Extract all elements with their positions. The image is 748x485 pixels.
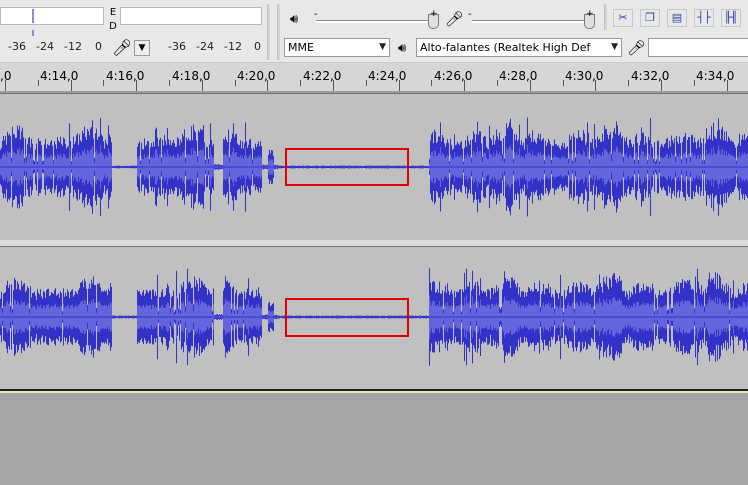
ruler-tick	[136, 80, 137, 91]
chevron-down-icon: ▼	[379, 42, 386, 52]
input-device-select[interactable]	[648, 38, 748, 57]
ruler-tick	[563, 80, 564, 86]
speaker-icon: 🔊︎	[398, 41, 407, 56]
ruler-tick	[530, 80, 531, 91]
paste-icon[interactable]: ▤	[667, 9, 687, 27]
scale-label: -24	[196, 40, 214, 53]
ruler-label: 4:14,0	[40, 69, 79, 83]
playback-volume-slider[interactable]	[316, 20, 436, 23]
speaker-icon: 🔊︎	[290, 12, 299, 27]
ruler-tick	[235, 80, 236, 86]
ruler-tick	[431, 80, 432, 86]
ruler-tick	[464, 80, 465, 91]
scale-label: -12	[64, 40, 82, 53]
ruler-label: 4:26,0	[434, 69, 473, 83]
trim-icon[interactable]: ┤├	[694, 9, 714, 27]
ruler-label: 4:32,0	[631, 69, 670, 83]
cut-icon[interactable]: ✂︎	[613, 9, 633, 27]
scale-label: 0	[95, 40, 102, 53]
scale-label: -12	[224, 40, 242, 53]
output-device-select[interactable]: Alto-falantes (Realtek High Def ▼	[416, 38, 622, 57]
ruler-label: 4:34,0	[696, 69, 735, 83]
scale-label: -36	[168, 40, 186, 53]
ruler-tick	[202, 80, 203, 91]
ruler-tick	[727, 80, 728, 91]
empty-track-area[interactable]	[0, 391, 748, 485]
meter-letter-e: E	[109, 7, 117, 18]
ruler-label: 4:30,0	[565, 69, 604, 83]
ruler-label: 4:16,0	[106, 69, 145, 83]
meter-letter-d: D	[109, 21, 117, 32]
record-meter[interactable]	[120, 7, 262, 25]
silence-highlight-left	[285, 148, 409, 186]
toolbar-separator	[277, 4, 280, 60]
ruler-tick	[694, 80, 695, 86]
ruler-tick	[399, 80, 400, 91]
ruler-tick	[333, 80, 334, 91]
plus-mark: +	[430, 9, 438, 19]
ruler-tick	[628, 80, 629, 86]
ruler-label: 4:20,0	[237, 69, 276, 83]
ruler-label: 4:24,0	[368, 69, 407, 83]
ruler-label: 4:22,0	[303, 69, 342, 83]
ruler-tick	[497, 80, 498, 86]
host-select-value: MME	[288, 41, 314, 54]
scale-label: 0	[254, 40, 261, 53]
silence-highlight-right	[285, 298, 409, 337]
ruler-label: 4:28,0	[499, 69, 538, 83]
meter-marker	[32, 9, 34, 23]
meter-marker-lower	[32, 30, 34, 36]
ruler-tick	[103, 80, 104, 86]
host-select[interactable]: MME ▼	[284, 38, 390, 57]
record-volume-slider[interactable]	[472, 20, 592, 23]
playback-meter[interactable]	[0, 7, 104, 25]
toolbar-separator	[604, 4, 607, 30]
ruler-label: 4:18,0	[172, 69, 211, 83]
toolbar-separator	[267, 4, 270, 60]
plus-mark: +	[586, 9, 594, 19]
minus-mark: -	[468, 9, 472, 20]
microphone-icon: 🎤︎	[627, 39, 647, 57]
output-device-value: Alto-falantes (Realtek High Def	[420, 41, 591, 54]
ruler-tick	[366, 80, 367, 86]
ruler-tick	[5, 80, 6, 91]
ruler-tick	[300, 80, 301, 86]
ruler-tick	[595, 80, 596, 91]
ruler-tick	[169, 80, 170, 86]
microphone-icon[interactable]: 🎤︎	[112, 38, 132, 57]
minus-mark: -	[314, 9, 318, 20]
silence-icon[interactable]: ╟╢	[721, 9, 741, 27]
chevron-down-icon: ▼	[611, 42, 618, 52]
ruler-tick	[267, 80, 268, 91]
chevron-down-icon[interactable]: ▼	[134, 40, 150, 56]
ruler-tick	[38, 80, 39, 86]
scale-label: -36	[8, 40, 26, 53]
copy-icon[interactable]: ❐	[640, 9, 660, 27]
ruler-tick	[71, 80, 72, 91]
microphone-icon: 🎤︎	[445, 10, 465, 28]
scale-label: -24	[36, 40, 54, 53]
ruler-tick	[661, 80, 662, 91]
